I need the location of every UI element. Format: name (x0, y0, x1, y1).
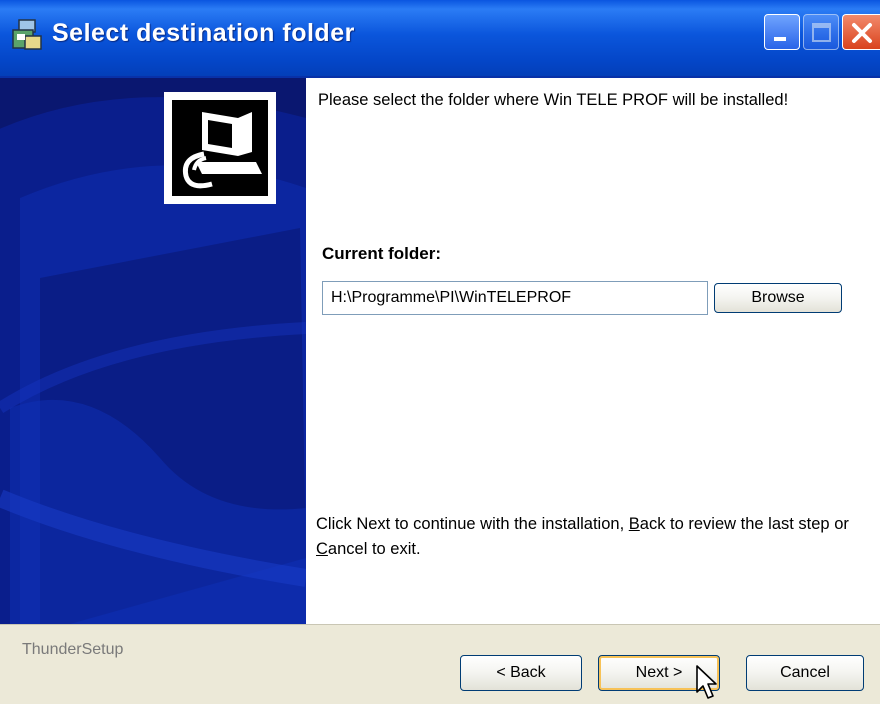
instruction-part3: ancel to exit. (327, 540, 421, 558)
logo-frame (164, 92, 276, 204)
current-folder-label: Current folder: (322, 244, 441, 263)
mouse-pointer-icon (696, 665, 717, 699)
folder-path-input[interactable] (322, 281, 708, 315)
close-button[interactable] (842, 14, 880, 50)
close-icon (852, 23, 872, 43)
back-button[interactable]: < Back (460, 655, 582, 691)
content-panel: Please select the folder where Win TELE … (306, 78, 880, 624)
cancel-button[interactable]: Cancel (746, 655, 864, 691)
intro-text: Please select the folder where Win TELE … (318, 91, 789, 109)
minimize-icon (774, 37, 786, 41)
back-mnemonic: B (628, 515, 640, 533)
maximize-button (803, 14, 839, 50)
instruction-part1: Click Next to continue with the installa… (316, 515, 629, 533)
instruction-text: Click Next to continue with the installa… (316, 512, 876, 562)
installer-icon (12, 19, 42, 50)
cancel-mnemonic: C (316, 540, 328, 558)
maximize-icon (812, 23, 831, 42)
computer-logo (172, 100, 268, 196)
button-bar: ThunderSetup < Back Next > Cancel (0, 624, 880, 704)
banner-panel (0, 78, 306, 624)
window-title: Select destination folder (52, 19, 355, 47)
instruction-part2: ack to review the last step or (639, 515, 849, 533)
title-bar[interactable]: Select destination folder (0, 0, 880, 78)
minimize-button[interactable] (764, 14, 800, 50)
brand-label: ThunderSetup (22, 641, 124, 658)
browse-button[interactable]: Browse (714, 283, 842, 313)
